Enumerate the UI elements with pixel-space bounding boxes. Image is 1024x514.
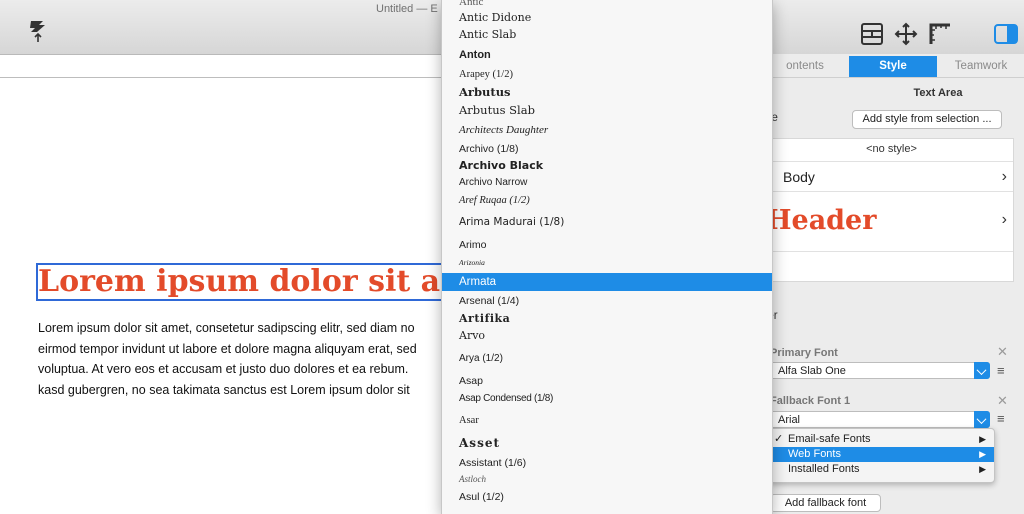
window-title: Untitled — E bbox=[376, 3, 438, 15]
font-menu-item[interactable]: Arizonia bbox=[442, 254, 772, 272]
remove-primary-font-icon[interactable]: ✕ bbox=[997, 344, 1008, 360]
ruler-icon[interactable] bbox=[928, 22, 952, 46]
chevron-down-icon[interactable] bbox=[974, 411, 990, 428]
style-item-no-style[interactable]: <no style> bbox=[770, 143, 1013, 155]
inspector-tabs: ontents Style Teamwork bbox=[761, 56, 1024, 78]
publish-icon[interactable] bbox=[28, 18, 48, 44]
divider bbox=[770, 251, 1013, 252]
font-menu-item[interactable]: Asap bbox=[442, 372, 772, 390]
style-item-header[interactable]: Header bbox=[766, 205, 876, 236]
font-menu-item[interactable]: Arapey (1/2) bbox=[442, 66, 772, 84]
menu-item-email-safe-fonts[interactable]: ✓ Email-safe Fonts ▶ bbox=[770, 432, 994, 447]
triangle-right-icon: ▶ bbox=[979, 434, 986, 444]
document-heading[interactable]: Lorem ipsum dolor sit am bbox=[36, 263, 450, 301]
triangle-right-icon: ▶ bbox=[979, 464, 986, 474]
font-menu-item[interactable]: Arimo bbox=[442, 236, 772, 254]
style-item-body[interactable]: Body bbox=[783, 169, 815, 185]
fallback-font-value: Arial bbox=[778, 414, 801, 426]
font-menu-item[interactable]: Astloch bbox=[442, 470, 772, 488]
triangle-right-icon: ▶ bbox=[979, 449, 986, 459]
font-menu-item[interactable]: Antic Didone bbox=[442, 9, 772, 27]
font-menu-item[interactable]: Arima Madurai (1/8) bbox=[442, 213, 772, 231]
font-menu-item[interactable]: Aref Ruqaa (1/2) bbox=[442, 192, 772, 210]
add-style-button[interactable]: Add style from selection ... bbox=[852, 110, 1002, 129]
fallback-font-label: Fallback Font 1 bbox=[770, 395, 851, 407]
chevron-right-icon[interactable]: › bbox=[1002, 211, 1007, 229]
style-list: <no style> Body › Header › bbox=[764, 138, 1014, 282]
font-menu-item[interactable]: Artifika bbox=[442, 310, 772, 328]
font-category-submenu: ✓ Email-safe Fonts ▶ Web Fonts ▶ Install… bbox=[769, 428, 995, 483]
body-line: voluptua. At vero eos et accusam et just… bbox=[38, 362, 409, 376]
font-menu-item[interactable]: Anton bbox=[442, 46, 772, 64]
divider bbox=[770, 161, 1013, 162]
checkmark-icon: ✓ bbox=[774, 433, 784, 445]
font-menu-item[interactable]: Architects Daughter bbox=[442, 121, 772, 139]
remove-fallback-font-icon[interactable]: ✕ bbox=[997, 393, 1008, 409]
primary-font-label: Primary Font bbox=[770, 347, 838, 359]
font-menu-item[interactable]: Archivo (1/8) bbox=[442, 140, 772, 158]
layout-icon[interactable] bbox=[860, 22, 884, 46]
tab-style[interactable]: Style bbox=[849, 56, 937, 77]
font-menu-item[interactable]: Asset bbox=[442, 434, 772, 452]
font-menu-item[interactable]: Arbutus bbox=[442, 83, 772, 101]
font-menu-item[interactable]: Asar bbox=[442, 412, 772, 430]
font-menu-item[interactable]: Arya (1/2) bbox=[442, 350, 772, 368]
add-fallback-font-button[interactable]: Add fallback font bbox=[770, 494, 881, 512]
section-title: Text Area bbox=[913, 87, 963, 99]
chevron-down-icon[interactable] bbox=[974, 362, 990, 379]
tab-teamwork[interactable]: Teamwork bbox=[937, 56, 1024, 77]
font-menu-item[interactable]: Asap Condensed (1/8) bbox=[442, 390, 772, 408]
font-menu-item-selected[interactable]: Armata bbox=[442, 273, 772, 291]
font-list-menu: Antic Antic Didone Antic Slab Anton Arap… bbox=[441, 0, 773, 514]
font-menu-item[interactable]: Arvo bbox=[442, 327, 772, 345]
body-line: eirmod tempor invidunt ut labore et dolo… bbox=[38, 341, 417, 356]
font-menu-item[interactable]: Asul (1/2) bbox=[442, 488, 772, 506]
primary-font-value: Alfa Slab One bbox=[778, 365, 846, 377]
font-menu-item[interactable]: Archivo Narrow bbox=[442, 174, 772, 192]
menu-icon[interactable]: ≡ bbox=[997, 411, 1005, 426]
document-body-text[interactable]: Lorem ipsum dolor sit amet, consetetur s… bbox=[38, 318, 442, 398]
font-menu-item[interactable]: Archivo Black bbox=[442, 157, 772, 175]
font-menu-item[interactable]: Arbutus Slab bbox=[442, 101, 772, 119]
menu-item-web-fonts[interactable]: Web Fonts ▶ bbox=[770, 447, 994, 462]
chevron-right-icon[interactable]: › bbox=[1002, 168, 1007, 186]
primary-font-select[interactable]: Alfa Slab One bbox=[770, 362, 990, 379]
menu-item-installed-fonts[interactable]: Installed Fonts ▶ bbox=[770, 462, 994, 477]
fallback-font-select[interactable]: Arial bbox=[770, 411, 990, 428]
font-menu-item[interactable]: Antic Slab bbox=[442, 26, 772, 44]
divider bbox=[770, 191, 1013, 192]
tab-contents[interactable]: ontents bbox=[761, 56, 849, 77]
menu-icon[interactable]: ≡ bbox=[997, 363, 1005, 378]
body-line: Lorem ipsum dolor sit amet, consetetur s… bbox=[38, 321, 415, 335]
body-line: kasd gubergren, no sea takimata sanctus … bbox=[38, 382, 410, 397]
font-menu-item[interactable]: Arsenal (1/4) bbox=[442, 292, 772, 310]
sidebar-toggle-icon[interactable] bbox=[994, 24, 1018, 44]
move-icon[interactable] bbox=[894, 22, 918, 46]
